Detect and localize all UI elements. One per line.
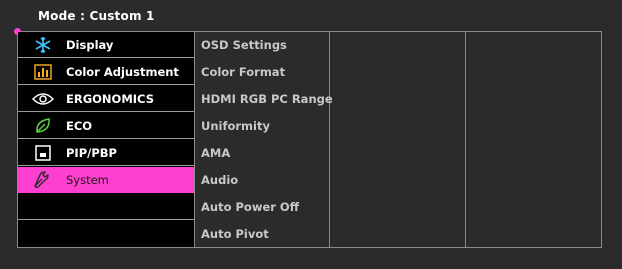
submenu-item-auto-pivot[interactable]: Auto Pivot	[201, 227, 269, 241]
menu-item-label: Display	[66, 37, 114, 52]
submenu-item-osd-settings[interactable]: OSD Settings	[201, 38, 287, 52]
display-snowflake-icon	[32, 36, 54, 54]
submenu-item-ama[interactable]: AMA	[201, 146, 230, 160]
menu-item-system[interactable]: System	[18, 167, 194, 193]
values-column	[466, 32, 601, 247]
menu-item-label: PIP/PBP	[66, 145, 117, 160]
color-bars-icon	[32, 63, 54, 81]
main-menu: Display Color Adjustment ERGONOMICS ECO …	[18, 32, 194, 247]
menu-item-eco[interactable]: ECO	[18, 113, 194, 139]
menu-item-empty	[18, 194, 194, 220]
menu-item-color-adjustment[interactable]: Color Adjustment	[18, 59, 194, 85]
submenu-item-color-format[interactable]: Color Format	[201, 65, 285, 79]
pip-icon	[32, 144, 54, 162]
mode-title: Mode : Custom 1	[38, 9, 155, 23]
submenu-item-audio[interactable]: Audio	[201, 173, 238, 187]
wrench-icon	[32, 170, 54, 189]
menu-item-ergonomics[interactable]: ERGONOMICS	[18, 86, 194, 112]
menu-item-label: ERGONOMICS	[66, 91, 154, 106]
eye-icon	[32, 90, 54, 108]
submenu: OSD Settings Color Format HDMI RGB PC Ra…	[194, 32, 333, 247]
options-column	[330, 32, 466, 247]
menu-item-label: ECO	[66, 118, 93, 133]
menu-item-label: System	[66, 172, 109, 187]
menu-item-label: Color Adjustment	[66, 64, 179, 79]
submenu-item-hdmi-rgb-pc-range[interactable]: HDMI RGB PC Range	[201, 92, 333, 106]
leaf-icon	[32, 117, 54, 135]
menu-item-display[interactable]: Display	[18, 32, 194, 58]
submenu-item-uniformity[interactable]: Uniformity	[201, 119, 270, 133]
menu-item-pip-pbp[interactable]: PIP/PBP	[18, 140, 194, 166]
submenu-item-auto-power-off[interactable]: Auto Power Off	[201, 200, 299, 214]
